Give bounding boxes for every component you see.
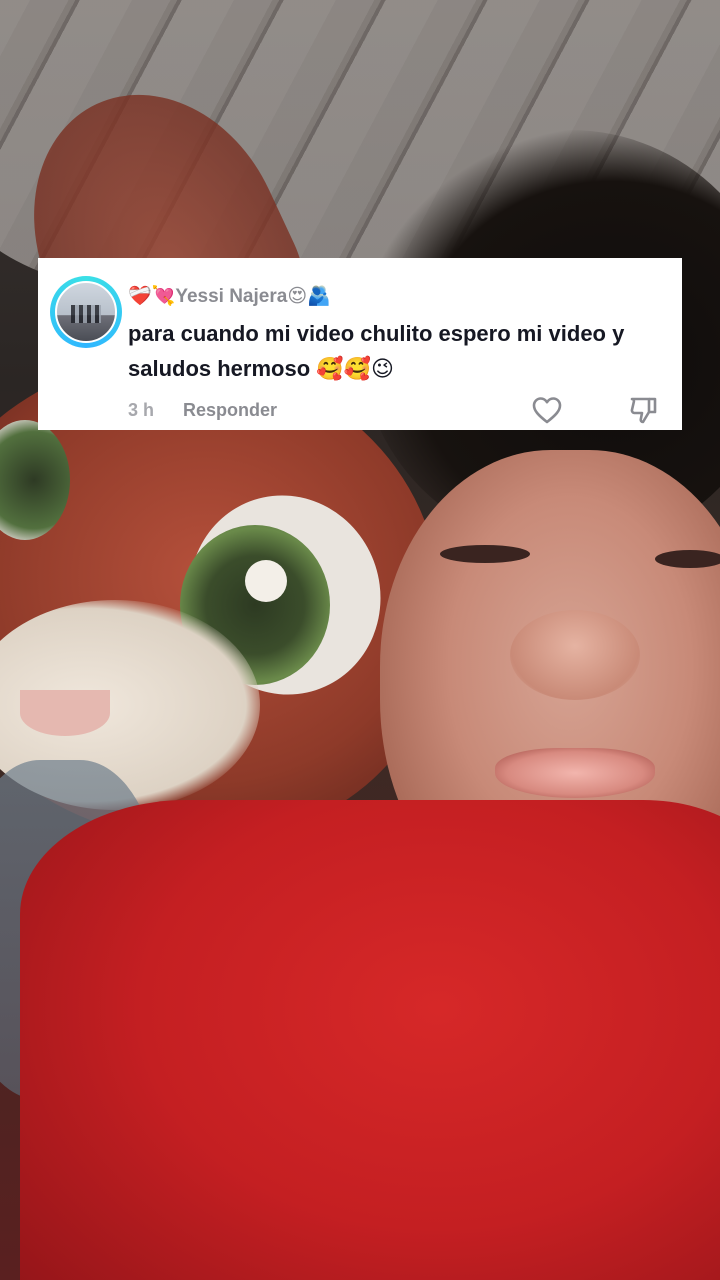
comment-username[interactable]: ❤️‍🩹💘Yessi Najera😍🫂 xyxy=(128,284,331,308)
username-suffix-emoji: 😍🫂 xyxy=(287,286,331,307)
red-shirt xyxy=(20,800,720,1280)
comment-text: para cuando mi video chulito espero mi v… xyxy=(128,321,625,381)
plush-mouth xyxy=(20,690,110,736)
plush-eye-glint xyxy=(245,560,287,602)
avatar-ring[interactable] xyxy=(50,276,122,348)
thumbs-down-outline-icon[interactable] xyxy=(628,395,658,425)
person-lips xyxy=(495,748,655,798)
reply-button[interactable]: Responder xyxy=(183,400,277,421)
heart-outline-icon[interactable] xyxy=(532,396,562,424)
person-nose xyxy=(510,610,640,700)
username-prefix-emoji: ❤️‍🩹💘 xyxy=(128,286,176,307)
avatar[interactable] xyxy=(55,281,117,343)
comment-card[interactable]: ❤️‍🩹💘Yessi Najera😍🫂 para cuando mi video… xyxy=(38,258,682,430)
username-text[interactable]: Yessi Najera xyxy=(175,286,287,307)
comment-timestamp: 3 h xyxy=(128,400,155,420)
person-right-eye xyxy=(655,550,720,568)
person-left-eye xyxy=(440,545,530,563)
video-frame[interactable]: ❤️‍🩹💘Yessi Najera😍🫂 para cuando mi video… xyxy=(0,0,720,1280)
